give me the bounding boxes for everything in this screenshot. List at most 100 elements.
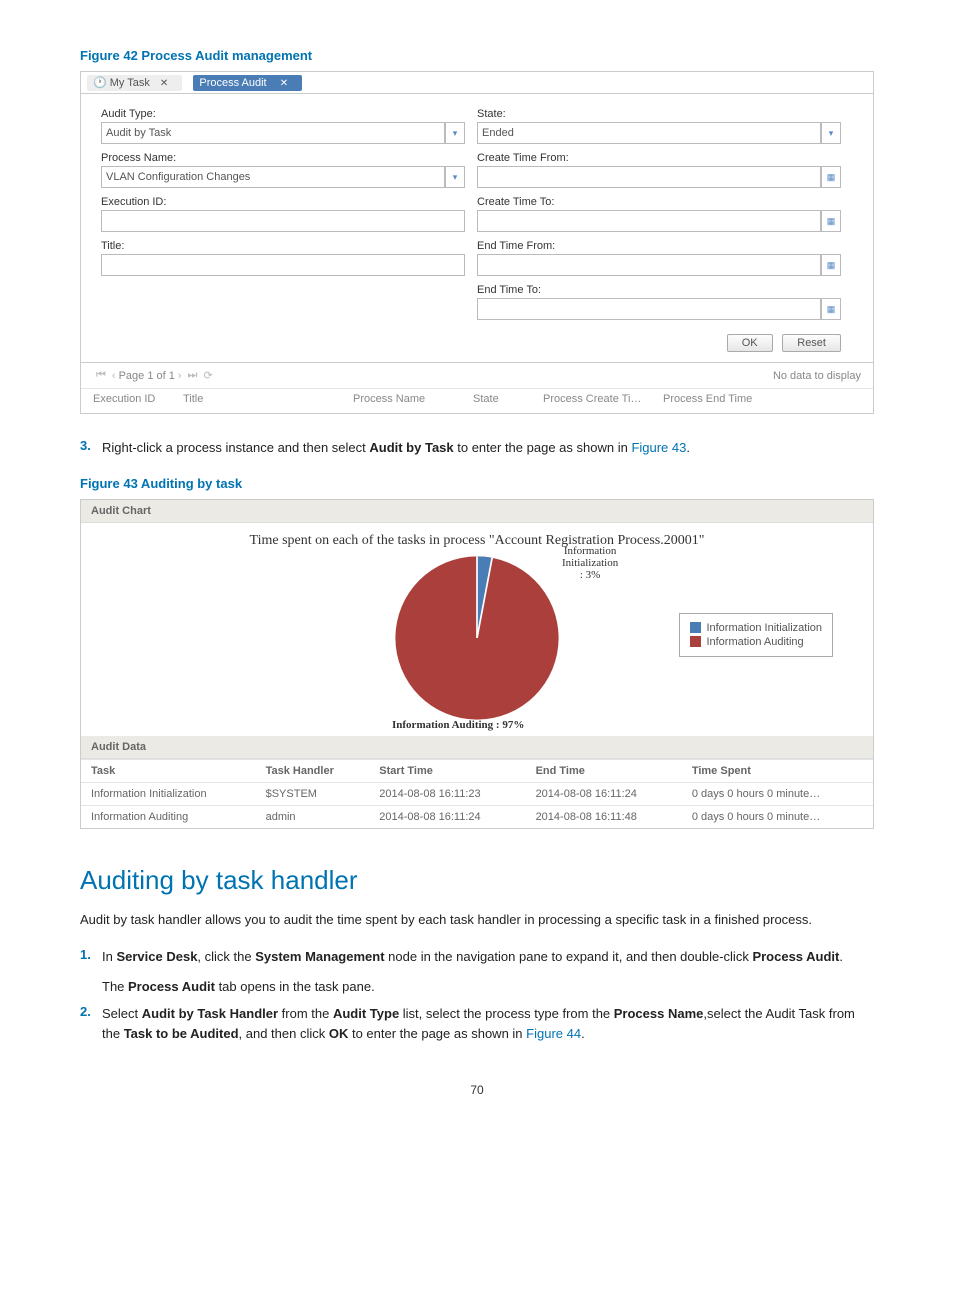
title-label: Title: — [101, 240, 465, 252]
bold-text: Process Name — [614, 1006, 704, 1021]
text: The — [102, 979, 128, 994]
bold-text: Audit by Task — [369, 440, 453, 455]
state-select[interactable] — [477, 122, 821, 144]
text: . — [581, 1026, 585, 1041]
refresh-icon[interactable]: ⟳ — [203, 369, 212, 382]
bold-text: Service Desk — [116, 949, 197, 964]
tab-my-task[interactable]: 🕐 My Task✕ — [87, 75, 182, 91]
table-header-row: Task Task Handler Start Time End Time Ti… — [81, 759, 873, 782]
text: to enter the page as shown in — [348, 1026, 526, 1041]
cell: 0 days 0 hours 0 minute… — [682, 805, 873, 828]
page-number: 70 — [80, 1083, 874, 1097]
text: . — [686, 440, 690, 455]
col-title: Title — [183, 393, 353, 405]
create-from-input[interactable] — [477, 166, 821, 188]
slice-label-2: Information Auditing : 97% — [392, 719, 524, 731]
figure-44-link[interactable]: Figure 44 — [526, 1026, 581, 1041]
step-1: 1. In Service Desk, click the System Man… — [80, 947, 874, 996]
text: list, select the process type from the — [399, 1006, 614, 1021]
title-input[interactable] — [101, 254, 465, 276]
pie-chart — [392, 553, 562, 723]
close-icon[interactable]: ✕ — [160, 78, 168, 89]
execution-id-label: Execution ID: — [101, 196, 465, 208]
slice-label-1: Information Initialization : 3% — [562, 545, 618, 581]
step-2: 2. Select Audit by Task Handler from the… — [80, 1004, 874, 1043]
tab-process-audit[interactable]: Process Audit ✕ — [193, 75, 302, 91]
col-execution-id: Execution ID — [93, 393, 183, 405]
audit-type-select[interactable] — [101, 122, 445, 144]
cell: 0 days 0 hours 0 minute… — [682, 782, 873, 805]
audit-data-table: Task Task Handler Start Time End Time Ti… — [81, 759, 873, 828]
text: Select — [102, 1006, 142, 1021]
end-from-label: End Time From: — [477, 240, 841, 252]
execution-id-input[interactable] — [101, 210, 465, 232]
cell: 2014-08-08 16:11:48 — [526, 805, 682, 828]
cell: Information Auditing — [81, 805, 256, 828]
bold-text: System Management — [255, 949, 384, 964]
cell: $SYSTEM — [256, 782, 370, 805]
tab-bar: 🕐 My Task✕ Process Audit ✕ — [81, 72, 873, 94]
table-row: Information Initialization $SYSTEM 2014-… — [81, 782, 873, 805]
ok-button[interactable]: OK — [727, 334, 773, 352]
cell: Information Initialization — [81, 782, 256, 805]
end-to-input[interactable] — [477, 298, 821, 320]
col-create-time: Process Create Ti… — [543, 393, 663, 405]
cell: 2014-08-08 16:11:24 — [369, 805, 525, 828]
col-process-name: Process Name — [353, 393, 473, 405]
col-end: End Time — [526, 759, 682, 782]
fig43-screenshot: Audit Chart Time spent on each of the ta… — [80, 499, 874, 829]
text: to enter the page as shown in — [454, 440, 632, 455]
tab-my-task-label: My Task — [110, 77, 150, 89]
create-to-input[interactable] — [477, 210, 821, 232]
filter-form: Audit Type: ▾ Process Name: ▾ Execution … — [81, 94, 873, 363]
last-page-icon[interactable]: ⏭ — [188, 369, 198, 382]
no-data-label: No data to display — [773, 370, 861, 382]
chevron-down-icon[interactable]: ▾ — [445, 166, 465, 188]
calendar-icon[interactable]: ▦ — [821, 298, 841, 320]
legend-swatch — [690, 636, 701, 647]
first-page-icon[interactable]: ⏮ — [96, 369, 106, 382]
text: node in the navigation pane to expand it… — [385, 949, 753, 964]
chevron-down-icon[interactable]: ▾ — [445, 122, 465, 144]
end-from-input[interactable] — [477, 254, 821, 276]
prev-page-icon[interactable]: ‹ — [112, 370, 116, 382]
audit-chart-header: Audit Chart — [81, 500, 873, 523]
figure-42-caption: Figure 42 Process Audit management — [80, 48, 874, 63]
process-name-select[interactable] — [101, 166, 445, 188]
figure-43-link[interactable]: Figure 43 — [631, 440, 686, 455]
calendar-icon[interactable]: ▦ — [821, 254, 841, 276]
chart-title: Time spent on each of the tasks in proce… — [91, 533, 863, 549]
chart-legend: Information Initialization Information A… — [679, 613, 833, 657]
text: tab opens in the task pane. — [215, 979, 375, 994]
step-number: 1. — [80, 947, 102, 996]
text: from the — [278, 1006, 333, 1021]
bold-text: Audit by Task Handler — [142, 1006, 278, 1021]
bold-text: OK — [329, 1026, 349, 1041]
close-icon[interactable]: ✕ — [280, 78, 288, 89]
create-from-label: Create Time From: — [477, 152, 841, 164]
page-of: of 1 — [157, 370, 175, 382]
text: Right-click a process instance and then … — [102, 440, 369, 455]
cell: 2014-08-08 16:11:23 — [369, 782, 525, 805]
calendar-icon[interactable]: ▦ — [821, 166, 841, 188]
reset-button[interactable]: Reset — [782, 334, 841, 352]
calendar-icon[interactable]: ▦ — [821, 210, 841, 232]
chevron-down-icon[interactable]: ▾ — [821, 122, 841, 144]
bold-text: Process Audit — [128, 979, 215, 994]
col-start: Start Time — [369, 759, 525, 782]
next-page-icon[interactable]: › — [178, 370, 182, 382]
col-handler: Task Handler — [256, 759, 370, 782]
state-label: State: — [477, 108, 841, 120]
process-name-label: Process Name: — [101, 152, 465, 164]
intro-text: Audit by task handler allows you to audi… — [80, 910, 874, 930]
legend-swatch — [690, 622, 701, 633]
text: . — [839, 949, 843, 964]
bold-text: Task to be Audited — [124, 1026, 239, 1041]
step-number: 3. — [80, 438, 102, 458]
pager: ⏮ ‹ Page 1 of 1 › ⏭ ⟳ No data to display — [81, 363, 873, 389]
grid-header: Execution ID Title Process Name State Pr… — [81, 389, 873, 413]
section-heading: Auditing by task handler — [80, 865, 874, 896]
page-label: Page 1 — [119, 370, 154, 382]
legend-label: Information Auditing — [706, 636, 803, 648]
legend-label: Information Initialization — [706, 622, 822, 634]
